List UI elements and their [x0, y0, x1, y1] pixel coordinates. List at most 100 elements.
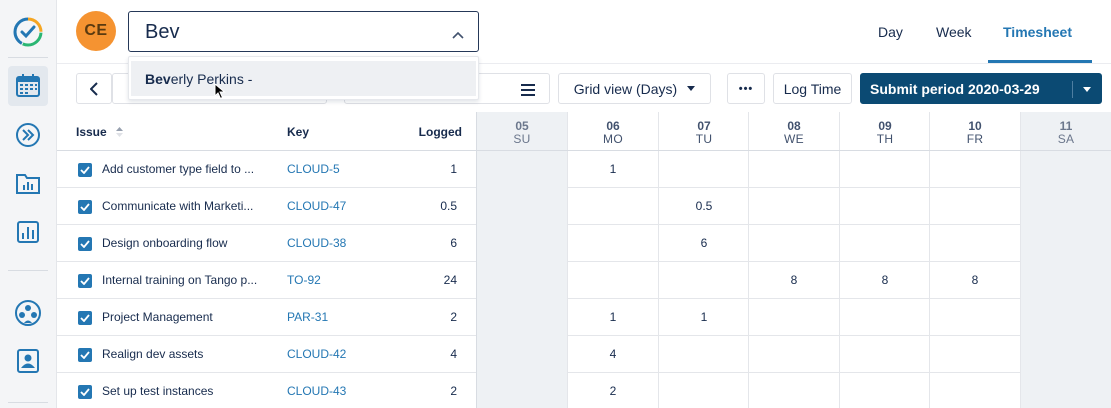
submit-dropdown-icon[interactable] — [1083, 87, 1091, 92]
table-row[interactable]: Internal training on Tango p... TO-92 24 8 8… — [57, 262, 1111, 299]
issue-title[interactable]: Add customer type field to ... — [102, 162, 272, 176]
tab-week[interactable]: Week — [936, 24, 972, 40]
issue-title[interactable]: Design onboarding flow — [102, 236, 272, 250]
day-cell[interactable]: 1 — [567, 299, 658, 336]
day-cell[interactable] — [1020, 299, 1111, 336]
issue-title[interactable]: Set up test instances — [102, 384, 272, 398]
day-cell[interactable] — [476, 262, 567, 299]
more-options-button[interactable]: ••• — [727, 73, 765, 104]
day-cell[interactable] — [929, 225, 1020, 262]
row-checkbox[interactable] — [78, 311, 92, 325]
issue-key-link[interactable]: CLOUD-5 — [287, 162, 340, 176]
day-cell[interactable] — [1020, 373, 1111, 408]
issue-title[interactable]: Realign dev assets — [102, 347, 272, 361]
row-checkbox[interactable] — [78, 348, 92, 362]
issue-key-link[interactable]: CLOUD-38 — [287, 236, 346, 250]
row-checkbox[interactable] — [78, 274, 92, 288]
day-cell[interactable] — [658, 151, 749, 188]
day-cell[interactable]: 1 — [567, 151, 658, 188]
day-cell[interactable]: 8 — [839, 262, 930, 299]
grid-view-select[interactable]: Grid view (Days) — [558, 73, 711, 104]
issue-title[interactable]: Communicate with Marketi... — [102, 199, 272, 213]
issue-key-link[interactable]: CLOUD-42 — [287, 347, 346, 361]
day-cell[interactable] — [748, 188, 839, 225]
folder-chart-icon[interactable] — [8, 163, 48, 203]
day-cell[interactable] — [476, 225, 567, 262]
row-checkbox[interactable] — [78, 237, 92, 251]
day-cell[interactable] — [1020, 225, 1111, 262]
day-cell[interactable] — [1020, 336, 1111, 373]
log-time-button[interactable]: Log Time — [773, 73, 852, 104]
issue-key-link[interactable]: CLOUD-47 — [287, 199, 346, 213]
issue-key-link[interactable]: PAR-31 — [287, 310, 328, 324]
day-cell[interactable]: 6 — [658, 225, 749, 262]
submit-period-button[interactable]: Submit period 2020-03-29 — [860, 73, 1102, 104]
table-row[interactable]: Add customer type field to ... CLOUD-5 1 1 — [57, 151, 1111, 188]
day-cell[interactable]: 8 — [929, 262, 1020, 299]
day-cell[interactable]: 1 — [658, 299, 749, 336]
calendar-icon[interactable] — [8, 66, 48, 106]
day-cell[interactable] — [839, 225, 930, 262]
day-cell[interactable] — [748, 336, 839, 373]
day-cell[interactable] — [839, 299, 930, 336]
day-cell[interactable] — [929, 188, 1020, 225]
day-cell[interactable] — [567, 188, 658, 225]
issue-title[interactable]: Project Management — [102, 310, 272, 324]
day-cell[interactable] — [476, 299, 567, 336]
row-checkbox[interactable] — [78, 385, 92, 399]
day-cell[interactable] — [1020, 262, 1111, 299]
day-cell[interactable] — [476, 336, 567, 373]
issue-key-link[interactable]: CLOUD-43 — [287, 384, 346, 398]
day-cell[interactable] — [567, 262, 658, 299]
day-cell[interactable] — [1020, 151, 1111, 188]
sort-icon[interactable] — [116, 126, 124, 140]
fast-forward-icon[interactable] — [8, 115, 48, 155]
day-cell[interactable] — [476, 373, 567, 408]
day-cell[interactable] — [567, 225, 658, 262]
day-cell[interactable] — [748, 225, 839, 262]
row-checkbox[interactable] — [78, 200, 92, 214]
table-row[interactable]: Design onboarding flow CLOUD-38 6 6 — [57, 225, 1111, 262]
day-cell[interactable] — [748, 373, 839, 408]
day-cell[interactable] — [929, 299, 1020, 336]
column-key[interactable]: Key — [287, 125, 309, 139]
row-checkbox[interactable] — [78, 163, 92, 177]
user-profile-icon[interactable] — [8, 341, 48, 381]
day-cell[interactable] — [658, 373, 749, 408]
chevron-up-icon[interactable] — [452, 26, 464, 44]
column-logged[interactable]: Logged — [387, 125, 462, 139]
app-logo-icon[interactable] — [8, 12, 48, 52]
day-cell[interactable] — [476, 188, 567, 225]
day-cell[interactable] — [929, 336, 1020, 373]
table-row[interactable]: Project Management PAR-31 2 1 1 — [57, 299, 1111, 336]
day-cell[interactable]: 2 — [567, 373, 658, 408]
day-cell[interactable]: 4 — [567, 336, 658, 373]
day-cell[interactable] — [476, 151, 567, 188]
user-search-select[interactable]: Bev — [128, 11, 479, 52]
day-cell[interactable] — [658, 262, 749, 299]
issue-title[interactable]: Internal training on Tango p... — [102, 273, 272, 287]
table-row[interactable]: Set up test instances CLOUD-43 2 2 — [57, 373, 1111, 408]
table-row[interactable]: Communicate with Marketi... CLOUD-47 0.5 0.… — [57, 188, 1111, 225]
day-cell[interactable] — [748, 151, 839, 188]
day-cell[interactable]: 8 — [748, 262, 839, 299]
day-cell[interactable] — [929, 373, 1020, 408]
column-issue[interactable]: Issue — [76, 125, 124, 140]
tab-day[interactable]: Day — [878, 24, 903, 40]
reports-icon[interactable] — [8, 212, 48, 252]
issue-key-link[interactable]: TO-92 — [287, 273, 321, 287]
user-option[interactable]: Beverly Perkins - — [131, 61, 476, 96]
day-cell[interactable] — [839, 151, 930, 188]
day-cell[interactable] — [748, 299, 839, 336]
avatar[interactable]: CE — [76, 11, 116, 51]
day-cell[interactable] — [839, 188, 930, 225]
day-cell[interactable] — [839, 336, 930, 373]
user-search-input[interactable]: Bev — [145, 21, 179, 44]
tab-timesheet[interactable]: Timesheet — [1003, 24, 1072, 40]
day-cell[interactable] — [1020, 188, 1111, 225]
team-icon[interactable] — [8, 293, 48, 333]
day-cell[interactable]: 0.5 — [658, 188, 749, 225]
previous-period-button[interactable] — [76, 73, 112, 104]
day-cell[interactable] — [929, 151, 1020, 188]
day-cell[interactable] — [839, 373, 930, 408]
